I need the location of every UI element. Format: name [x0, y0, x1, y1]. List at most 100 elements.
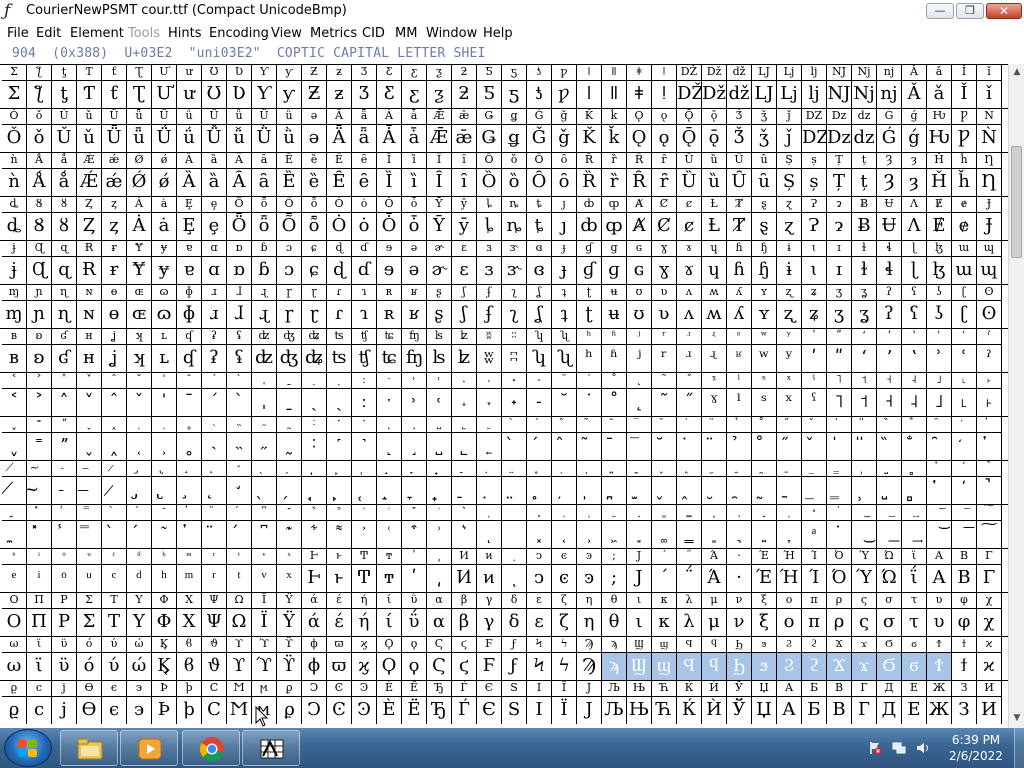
glyph-cell[interactable]: ɓɓ — [252, 240, 277, 284]
glyph-cell[interactable]: ЍЍ — [702, 680, 727, 724]
glyph-cell[interactable]: ȝȝ — [902, 152, 927, 196]
glyph-cell[interactable]: ʚʚ — [27, 328, 52, 372]
glyph-cell[interactable]: ɃɃ — [852, 196, 877, 240]
glyph-cell[interactable]: ǷǷ — [952, 108, 977, 152]
glyph-cell[interactable]: ʵʵ — [702, 328, 727, 372]
glyph-cell[interactable]: ʻʻ — [852, 328, 877, 372]
glyph-cell[interactable]: ɌɌ — [77, 240, 102, 284]
glyph-cell[interactable]: ʦʦ — [327, 328, 352, 372]
glyph-cell[interactable]: ȽȽ — [702, 196, 727, 240]
glyph-cell[interactable]: ʷʷ — [752, 328, 777, 372]
glyph-cell[interactable]: ȣȣ — [52, 196, 77, 240]
glyph-cell[interactable]: ˇˇ — [127, 372, 152, 416]
glyph-cell[interactable]: ˸ ˸ — [302, 416, 327, 460]
glyph-cell[interactable]: ̻̻ — [902, 460, 927, 504]
glyph-cell[interactable]: ̗̗ — [277, 460, 302, 504]
glyph-cell[interactable]: ȆȆ — [327, 152, 352, 196]
glyph-cell[interactable]: ̺̺ — [877, 460, 902, 504]
glyph-cell[interactable]: ˢˢ — [752, 372, 777, 416]
glyph-cell[interactable]: ͱͱ — [327, 548, 352, 592]
glyph-cell[interactable]: ΏΏ — [877, 548, 902, 592]
glyph-cell[interactable]: ȱȱ — [402, 196, 427, 240]
glyph-cell[interactable]: ɢɢ — [627, 240, 652, 284]
glyph-cell[interactable]: ǒǒ — [27, 108, 52, 152]
glyph-cell[interactable]: ̡̡ — [127, 460, 152, 504]
glyph-cell[interactable]: ͗͗ — [427, 504, 452, 548]
glyph-cell[interactable]: ǎǎ — [927, 64, 952, 108]
volume-icon[interactable] — [916, 741, 930, 755]
glyph-cell[interactable]: ˷ ˷ — [277, 416, 302, 460]
glyph-cell[interactable]: ʶʶ — [727, 328, 752, 372]
glyph-cell[interactable]: ͋͋ — [302, 504, 327, 548]
glyph-cell[interactable]: ʤʤ — [277, 328, 302, 372]
glyph-cell[interactable]: ƹƹ — [402, 64, 427, 108]
glyph-cell[interactable]: ɻɻ — [252, 284, 277, 328]
glyph-cell[interactable]: ̷̷ — [102, 460, 127, 504]
glyph-cell[interactable]: ΣΣ — [77, 592, 102, 636]
glyph-cell[interactable]: ϞϞ — [527, 636, 552, 680]
glyph-cell[interactable]: ǜǜ — [277, 108, 302, 152]
glyph-cell[interactable]: ƺƺ — [427, 64, 452, 108]
glyph-cell[interactable]: ̈̈ — [202, 504, 227, 548]
glyph-cell[interactable]: ʇʇ — [552, 284, 577, 328]
glyph-cell[interactable]: ȹȹ — [602, 196, 627, 240]
glyph-cell[interactable]: ϿϿ — [352, 680, 377, 724]
glyph-cell[interactable]: ͧͧ — [77, 548, 102, 592]
glyph-cell[interactable]: ʐʐ — [777, 284, 802, 328]
glyph-cell[interactable]: ȄȄ — [277, 152, 302, 196]
glyph-cell[interactable]: ǕǕ — [102, 108, 127, 152]
glyph-cell[interactable]: ЊЊ — [627, 680, 652, 724]
glyph-cell[interactable]: ϪϪ — [827, 636, 852, 680]
glyph-cell[interactable]: ȲȲ — [427, 196, 452, 240]
glyph-cell[interactable]: ˓ ˓ — [427, 372, 452, 416]
glyph-cell[interactable]: ˥ ˥ — [827, 372, 852, 416]
glyph-cell[interactable]: ϳϳ — [52, 680, 77, 724]
glyph-cell[interactable]: ϛϛ — [452, 636, 477, 680]
glyph-cell[interactable]: ʯʯ — [552, 328, 577, 372]
glyph-cell[interactable]: ǠǠ — [377, 108, 402, 152]
glyph-cell[interactable]: ̢̢ — [152, 460, 177, 504]
glyph-cell[interactable]: ʲʲ — [627, 328, 652, 372]
glyph-cell[interactable]: ʮʮ — [527, 328, 552, 372]
glyph-cell[interactable]: ϚϚ — [427, 636, 452, 680]
glyph-cell[interactable]: ́́ — [127, 504, 152, 548]
glyph-cell[interactable]: ΐΐ — [902, 548, 927, 592]
glyph-cell[interactable]: ǈǈ — [777, 64, 802, 108]
glyph-cell[interactable]: ʣʣ — [252, 328, 277, 372]
glyph-cell[interactable]: ʓʓ — [852, 284, 877, 328]
glyph-cell[interactable]: χχ — [977, 592, 1002, 636]
glyph-cell[interactable]: ƵƵ — [302, 64, 327, 108]
glyph-cell[interactable]: ЗЗ — [952, 680, 977, 724]
glyph-cell[interactable]: ˚ ˚ — [602, 372, 627, 416]
glyph-cell[interactable]: ͒͒ — [402, 504, 427, 548]
menu-edit[interactable]: Edit — [36, 26, 61, 41]
glyph-cell[interactable]: ˍˍ — [277, 372, 302, 416]
explorer-taskbar-button[interactable] — [60, 730, 118, 766]
glyph-cell[interactable]: əə — [402, 240, 427, 284]
glyph-cell[interactable]: ϰϰ — [977, 636, 1002, 680]
glyph-cell[interactable]: κκ — [652, 592, 677, 636]
glyph-cell[interactable]: ƻƻ — [452, 64, 477, 108]
glyph-cell[interactable]: ƷƷ — [352, 64, 377, 108]
glyph-cell[interactable]: ːː — [352, 372, 377, 416]
glyph-cell[interactable]: ʺʺ — [827, 328, 852, 372]
glyph-cell[interactable]: ǑǑ — [2, 108, 27, 152]
glyph-cell[interactable]: ʡʡ — [202, 328, 227, 372]
glyph-cell[interactable]: ɳɳ — [52, 284, 77, 328]
glyph-cell[interactable]: φφ — [952, 592, 977, 636]
glyph-cell[interactable]: ǅǅ — [702, 64, 727, 108]
glyph-cell[interactable]: ЖЖ — [927, 680, 952, 724]
glyph-cell[interactable]: ɄɄ — [877, 196, 902, 240]
glyph-cell[interactable]: ͢͢ — [902, 504, 927, 548]
glyph-cell[interactable]: ǃǃ — [652, 64, 677, 108]
glyph-cell[interactable]: ДД — [877, 680, 902, 724]
glyph-cell[interactable]: ͪͪ — [152, 548, 177, 592]
glyph-cell[interactable]: ǯǯ — [752, 108, 777, 152]
glyph-cell[interactable]: ǰǰ — [777, 108, 802, 152]
glyph-cell[interactable]: ξξ — [752, 592, 777, 636]
glyph-cell[interactable]: ǉǉ — [802, 64, 827, 108]
glyph-cell[interactable]: ȍȍ — [502, 152, 527, 196]
glyph-cell[interactable]: ǥǥ — [502, 108, 527, 152]
glyph-cell[interactable]: ʖʖ — [927, 284, 952, 328]
glyph-cell[interactable]: ɁɁ — [802, 196, 827, 240]
